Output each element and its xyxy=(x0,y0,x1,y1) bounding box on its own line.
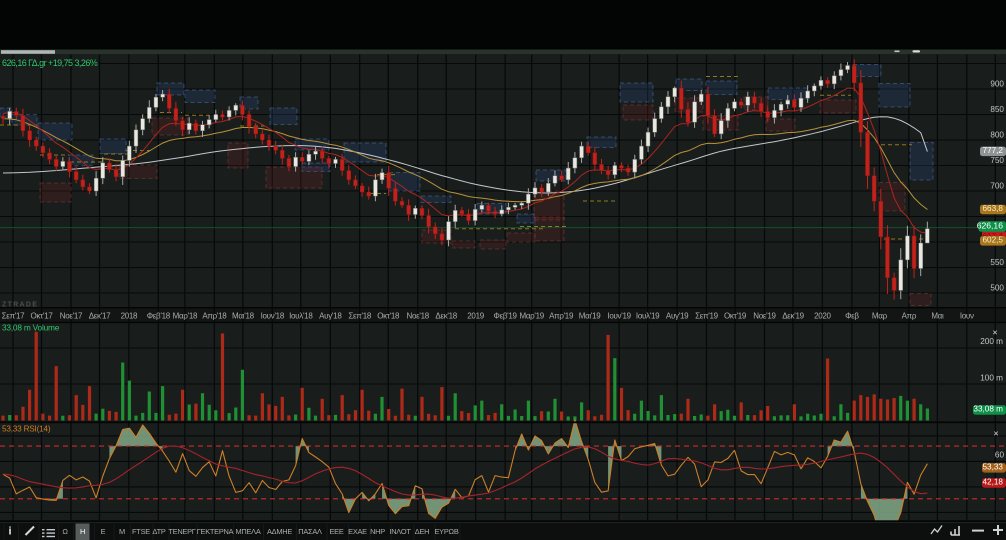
svg-text:ΠΑΣΑΛ: ΠΑΣΑΛ xyxy=(298,527,322,536)
svg-text:×: × xyxy=(992,328,997,338)
svg-text:ΝΗΡ: ΝΗΡ xyxy=(370,527,385,536)
svg-text:Σεπ'18: Σεπ'18 xyxy=(348,312,372,321)
svg-text:626,16: 626,16 xyxy=(977,221,1004,231)
svg-text:Σεπ'19: Σεπ'19 xyxy=(695,312,719,321)
svg-text:Οκτ'17: Οκτ'17 xyxy=(30,312,53,321)
svg-text:Νοε'19: Νοε'19 xyxy=(753,312,776,321)
svg-text:663,8: 663,8 xyxy=(983,204,1004,213)
svg-text:Φεβ: Φεβ xyxy=(845,312,859,321)
svg-text:ZTRADE: ZTRADE xyxy=(2,302,38,309)
svg-text:626,16 ΓΔ.gr +19,75 3,26%: 626,16 ΓΔ.gr +19,75 3,26% xyxy=(2,58,98,68)
svg-text:Αυγ'18: Αυγ'18 xyxy=(319,312,342,321)
svg-text:ΓΕΚΤΕΡΝΑ: ΓΕΚΤΕΡΝΑ xyxy=(197,527,234,536)
svg-text:2018: 2018 xyxy=(121,312,138,321)
svg-text:2020: 2020 xyxy=(814,312,831,321)
svg-text:Ιουν'18: Ιουν'18 xyxy=(261,312,285,321)
svg-text:100 m: 100 m xyxy=(980,374,1003,383)
svg-text:Ιουλ'18: Ιουλ'18 xyxy=(289,312,313,321)
svg-text:ΕΧΑΕ: ΕΧΑΕ xyxy=(348,527,367,536)
svg-text:Ε: Ε xyxy=(101,527,106,536)
svg-text:Μαρ: Μαρ xyxy=(872,312,888,321)
svg-text:Νοε'18: Νοε'18 xyxy=(406,312,429,321)
svg-text:ΔΕΗ: ΔΕΗ xyxy=(415,527,429,536)
svg-text:ΕΥΡΩΒ: ΕΥΡΩΒ xyxy=(435,527,459,536)
svg-text:Η: Η xyxy=(80,527,85,536)
svg-text:33,08 m: 33,08 m xyxy=(973,405,1003,414)
svg-text:Ιουν'19: Ιουν'19 xyxy=(607,312,631,321)
svg-text:Οκτ'19: Οκτ'19 xyxy=(724,312,747,321)
svg-text:53,33: 53,33 xyxy=(983,462,1004,471)
svg-text:Σεπ'17: Σεπ'17 xyxy=(2,312,26,321)
svg-text:53,33 RSI(14): 53,33 RSI(14) xyxy=(2,424,51,433)
svg-text:Οκτ'18: Οκτ'18 xyxy=(377,312,400,321)
svg-text:Αυγ'19: Αυγ'19 xyxy=(666,312,689,321)
svg-text:ΔΤΡ: ΔΤΡ xyxy=(152,527,166,536)
svg-text:Φεβ'18: Φεβ'18 xyxy=(147,312,171,321)
svg-text:700: 700 xyxy=(990,182,1004,191)
svg-text:550: 550 xyxy=(990,258,1004,267)
svg-text:ΜΠΕΛΑ: ΜΠΕΛΑ xyxy=(235,527,260,536)
svg-text:Δεκ'17: Δεκ'17 xyxy=(89,312,111,321)
svg-text:ΤΕΝΕΡΓ: ΤΕΝΕΡΓ xyxy=(168,527,195,536)
svg-text:Ιουν: Ιουν xyxy=(960,312,974,321)
svg-text:FTSE: FTSE xyxy=(132,527,150,536)
svg-text:602,5: 602,5 xyxy=(983,235,1004,244)
svg-text:Μαι'19: Μαι'19 xyxy=(579,312,602,321)
svg-text:ΙΝΛΟΤ: ΙΝΛΟΤ xyxy=(389,527,411,536)
svg-text:2019: 2019 xyxy=(467,312,484,321)
svg-text:750: 750 xyxy=(990,156,1004,165)
svg-text:Απρ'19: Απρ'19 xyxy=(549,312,574,321)
svg-text:33,08 m Volume: 33,08 m Volume xyxy=(2,323,60,333)
svg-text:900: 900 xyxy=(990,80,1004,89)
svg-text:ΕΕΕ: ΕΕΕ xyxy=(329,527,343,536)
svg-text:777,2: 777,2 xyxy=(983,146,1004,155)
svg-text:850: 850 xyxy=(990,105,1004,114)
svg-text:Μ: Μ xyxy=(119,527,125,536)
svg-text:800: 800 xyxy=(990,131,1004,140)
svg-text:Ω: Ω xyxy=(62,527,68,536)
svg-text:42,18: 42,18 xyxy=(983,478,1004,487)
svg-text:Μαι'18: Μαι'18 xyxy=(232,312,255,321)
svg-text:Δεκ'18: Δεκ'18 xyxy=(435,312,457,321)
svg-text:500: 500 xyxy=(990,284,1004,293)
svg-text:i: i xyxy=(8,526,11,538)
svg-text:Απρ'18: Απρ'18 xyxy=(202,312,227,321)
svg-text:Ιουλ'19: Ιουλ'19 xyxy=(636,312,660,321)
svg-text:60: 60 xyxy=(995,451,1005,460)
svg-text:Φεβ'19: Φεβ'19 xyxy=(494,312,518,321)
svg-text:200 m: 200 m xyxy=(980,337,1003,346)
svg-text:Απρ: Απρ xyxy=(902,312,917,321)
svg-text:Νοε'17: Νοε'17 xyxy=(60,312,83,321)
svg-text:Μαι: Μαι xyxy=(931,312,944,321)
svg-text:Μαρ'19: Μαρ'19 xyxy=(519,312,544,321)
svg-text:Μαρ'18: Μαρ'18 xyxy=(173,312,198,321)
svg-text:×: × xyxy=(993,429,998,439)
svg-text:Δεκ'19: Δεκ'19 xyxy=(782,312,804,321)
svg-text:ΑΔΜΗΕ: ΑΔΜΗΕ xyxy=(267,527,292,536)
